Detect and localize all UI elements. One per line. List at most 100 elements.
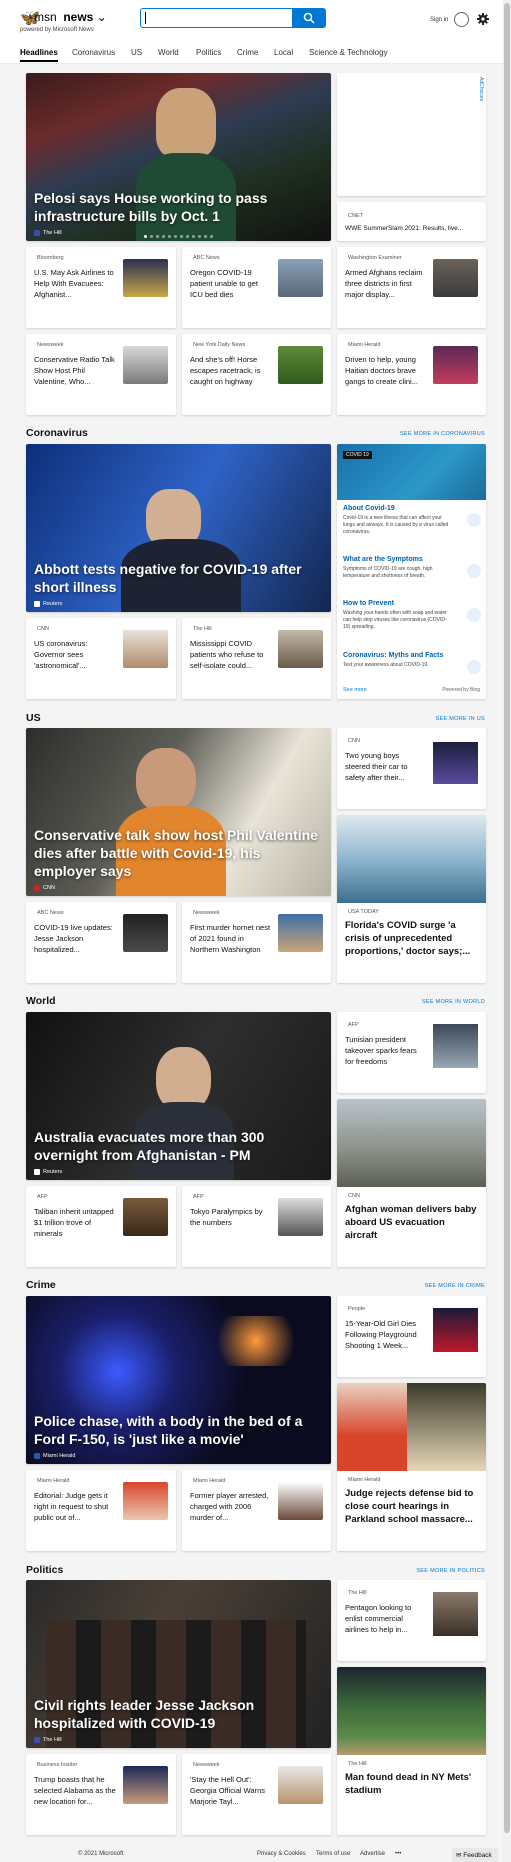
- tab-politics[interactable]: Politics: [196, 48, 221, 57]
- section-heading-crime: Crime: [26, 1279, 56, 1291]
- section-heading-us: US: [26, 712, 41, 724]
- covid-item-prevent[interactable]: How to Prevent Washing your hands often w…: [343, 600, 483, 631]
- thumbnail: [123, 914, 168, 952]
- gear-icon[interactable]: [477, 13, 489, 25]
- feedback-button[interactable]: ✉ Feedback: [452, 1848, 498, 1862]
- thumbnail: [278, 630, 323, 668]
- symptom-icon: [467, 564, 481, 578]
- hero-photo: [156, 88, 216, 158]
- adchoices-label[interactable]: AdChoices: [478, 77, 484, 101]
- covid-item-about[interactable]: About Covid-19 Covid-19 is a new illness …: [343, 505, 483, 536]
- thumbnail: [123, 346, 168, 384]
- scrollbar[interactable]: [503, 0, 511, 1862]
- thumbnail: [433, 1024, 478, 1068]
- tab-science-technology[interactable]: Science & Technology: [309, 48, 388, 57]
- sign-in-link[interactable]: Sign in: [430, 17, 448, 23]
- header: 🦋 msn news ⌄ powered by Microsoft News S…: [0, 0, 511, 64]
- hero-title: Conservative talk show host Phil Valenti…: [34, 827, 318, 879]
- thumbnail: [278, 1198, 323, 1236]
- story-card[interactable]: Newsweek 'Stay the Hell Out': Georgia Of…: [182, 1754, 331, 1835]
- thumbnail: [278, 259, 323, 297]
- side-story-card[interactable]: The Hill Pentagon looking to enlist comm…: [337, 1580, 486, 1661]
- story-image: [337, 1099, 486, 1187]
- thumbnail: [278, 914, 323, 952]
- hero-title: Police chase, with a body in the bed of …: [34, 1413, 303, 1447]
- side-story-card[interactable]: AFP Tunisian president takeover sparks f…: [337, 1012, 486, 1093]
- story-card[interactable]: Washington Examiner Armed Afghans reclai…: [337, 247, 486, 328]
- story-image: [337, 815, 486, 903]
- hero-story-card[interactable]: Civil rights leader Jesse Jackson hospit…: [26, 1580, 331, 1748]
- tab-headlines[interactable]: Headlines: [20, 48, 58, 62]
- see-more-world-link[interactable]: SEE MORE IN WORLD: [422, 999, 485, 1005]
- side-story-card[interactable]: CNN Two young boys steered their car to …: [337, 728, 486, 809]
- section-heading-world: World: [26, 995, 56, 1007]
- story-card[interactable]: AFP Taliban inherit untapped $1 trillion…: [26, 1186, 176, 1267]
- hero-title: Pelosi says House working to pass infras…: [34, 190, 268, 224]
- side-story-card[interactable]: People 15-Year-Old Girl Dies Following P…: [337, 1296, 486, 1377]
- story-card[interactable]: Bloomberg U.S. May Ask Airlines to Help …: [26, 247, 176, 328]
- tab-coronavirus[interactable]: Coronavirus: [72, 48, 115, 57]
- msn-logo[interactable]: 🦋 msn news ⌄ powered by Microsoft News: [20, 8, 140, 38]
- copyright: © 2021 Microsoft: [78, 1851, 124, 1857]
- tab-us[interactable]: US: [131, 48, 142, 57]
- story-card[interactable]: New York Daily News And she's off! Horse…: [182, 334, 331, 415]
- story-card[interactable]: AFP Tokyo Paralympics by the numbers: [182, 1186, 331, 1267]
- tab-crime[interactable]: Crime: [237, 48, 258, 57]
- tab-world[interactable]: World: [158, 48, 179, 57]
- thumbnail: [433, 1308, 478, 1352]
- see-more-crime-link[interactable]: SEE MORE IN CRIME: [425, 1283, 485, 1289]
- covid-item-myths[interactable]: Coronavirus: Myths and Facts Test your aw…: [343, 652, 483, 674]
- msn-butterfly-icon: 🦋: [20, 10, 40, 27]
- side-story-card[interactable]: CNET WWE SummerSlam 2021: Results, live.…: [337, 202, 486, 241]
- see-more-politics-link[interactable]: SEE MORE IN POLITICS: [416, 1568, 485, 1574]
- thumbnail: [123, 1766, 168, 1804]
- story-title: WWE SummerSlam 2021: Results, live...: [345, 225, 464, 232]
- more-options-icon[interactable]: •••: [395, 1851, 401, 1857]
- quiz-icon: [467, 660, 481, 674]
- user-avatar-icon[interactable]: [454, 12, 469, 27]
- hero-title: Civil rights leader Jesse Jackson hospit…: [34, 1697, 255, 1731]
- story-card[interactable]: ABC News Oregon COVID-19 patient unable …: [182, 247, 331, 328]
- big-story-card[interactable]: USA TODAY Florida's COVID surge 'a crisi…: [337, 815, 486, 983]
- thumbnail: [278, 346, 323, 384]
- hero-story-card[interactable]: Conservative talk show host Phil Valenti…: [26, 728, 331, 896]
- story-card[interactable]: Miami Herald Former player arrested, cha…: [182, 1470, 331, 1551]
- carousel-dots[interactable]: [26, 235, 331, 238]
- story-card[interactable]: Miami Herald Editorial: Judge gets it ri…: [26, 1470, 176, 1551]
- handwash-icon: [467, 608, 481, 622]
- advertise-link[interactable]: Advertise: [360, 1851, 385, 1857]
- ad-card[interactable]: AdChoices: [337, 73, 486, 196]
- section-heading-coronavirus: Coronavirus: [26, 427, 88, 439]
- story-card[interactable]: Miami Herald Driven to help, young Haiti…: [337, 334, 486, 415]
- search-button[interactable]: [293, 8, 326, 28]
- see-more-us-link[interactable]: SEE MORE IN US: [436, 716, 485, 722]
- covid-item-symptoms[interactable]: What are the Symptoms Symptoms of COVID-1…: [343, 556, 483, 580]
- story-card[interactable]: The Hill Mississippi COVID patients who …: [182, 618, 331, 699]
- hero-story-card[interactable]: Pelosi says House working to pass infras…: [26, 73, 331, 241]
- privacy-link[interactable]: Privacy & Cookies: [257, 1851, 306, 1857]
- terms-link[interactable]: Terms of use: [316, 1851, 350, 1857]
- see-more-coronavirus-link[interactable]: SEE MORE IN CORONAVIRUS: [400, 431, 485, 437]
- hero-story-card[interactable]: Police chase, with a body in the bed of …: [26, 1296, 331, 1464]
- story-card[interactable]: Newsweek First murder hornet nest of 202…: [182, 902, 331, 983]
- section-heading-politics: Politics: [26, 1564, 64, 1576]
- thumbnail: [433, 1592, 478, 1636]
- thumbnail: [123, 1198, 168, 1236]
- covid-info-panel: COVID 19 About Covid-19 Covid-19 is a new…: [337, 444, 486, 699]
- see-more-covid-link[interactable]: See more: [343, 687, 367, 693]
- tab-local[interactable]: Local: [274, 48, 293, 57]
- big-story-card[interactable]: CNN Afghan woman delivers baby aboard US…: [337, 1099, 486, 1267]
- big-story-card[interactable]: Miami Herald Judge rejects defense bid t…: [337, 1383, 486, 1551]
- thumbnail: [433, 742, 478, 784]
- story-card[interactable]: CNN US coronavirus: Governor sees 'astro…: [26, 618, 176, 699]
- story-card[interactable]: Business Insider Trump boasts that he se…: [26, 1754, 176, 1835]
- big-story-card[interactable]: The Hill Man found dead in NY Mets' stad…: [337, 1667, 486, 1835]
- document-icon: [467, 513, 481, 527]
- search-input[interactable]: [140, 8, 293, 28]
- hero-story-card[interactable]: Australia evacuates more than 300 overni…: [26, 1012, 331, 1180]
- story-card[interactable]: ABC News COVID-19 live updates: Jesse Ja…: [26, 902, 176, 983]
- thumbnail: [278, 1482, 323, 1520]
- story-card[interactable]: Newsweek Conservative Radio Talk Show Ho…: [26, 334, 176, 415]
- hero-story-card[interactable]: Abbott tests negative for COVID-19 after…: [26, 444, 331, 612]
- hero-title: Abbott tests negative for COVID-19 after…: [34, 561, 302, 595]
